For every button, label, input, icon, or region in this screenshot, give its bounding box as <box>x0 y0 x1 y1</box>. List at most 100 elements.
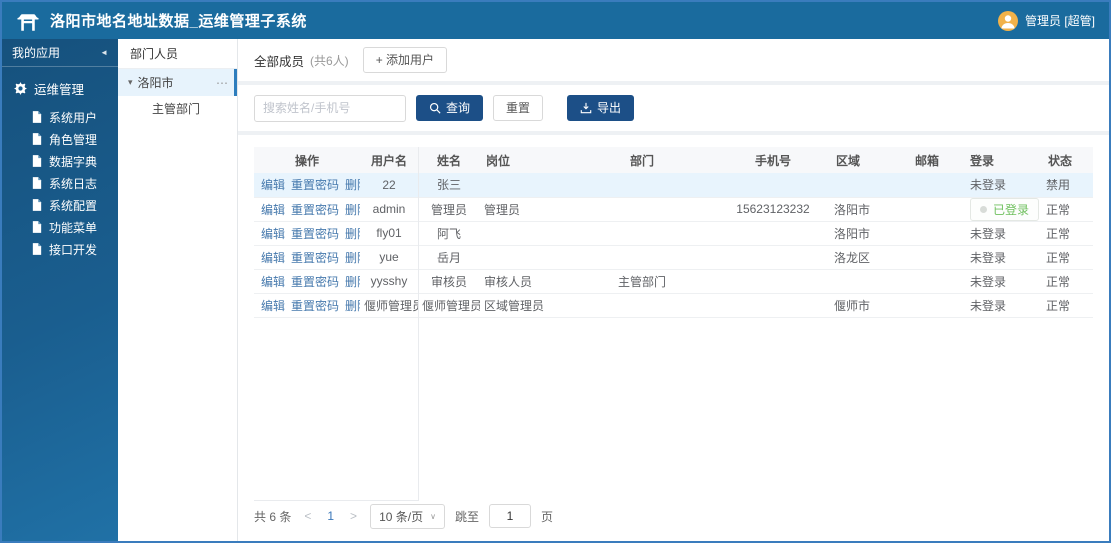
cell-login: 已登录 <box>954 197 1042 222</box>
sidebar-item-data-dictionary[interactable]: 数据字典 <box>2 150 118 172</box>
jump-page-input[interactable] <box>488 504 531 528</box>
sidebar-item-function-menu[interactable]: 功能菜单 <box>2 216 118 238</box>
export-button[interactable]: 导出 <box>567 94 635 122</box>
reset-password-link[interactable]: 重置密码 <box>291 299 339 313</box>
sidebar-apps-header[interactable]: 我的应用 ◄ <box>2 39 118 67</box>
pagination-total: 共 6 条 <box>254 509 292 524</box>
delete-link[interactable]: 删除 <box>345 178 360 192</box>
cell-position <box>480 245 568 270</box>
tree-node-luoyang[interactable]: ▾ 洛阳市 ⋯ <box>118 69 237 96</box>
page-suffix-label: 页 <box>540 509 553 524</box>
reset-password-link[interactable]: 重置密码 <box>291 227 339 241</box>
page-number-1[interactable]: 1 <box>324 509 337 523</box>
edit-link[interactable]: 编辑 <box>261 227 285 241</box>
sidebar-item-role-management[interactable]: 角色管理 <box>2 128 118 150</box>
tree-caret-icon[interactable]: ▾ <box>128 77 133 88</box>
cell-name: 审核员 <box>418 269 480 294</box>
document-icon <box>32 155 42 167</box>
cell-phone <box>716 269 830 294</box>
cell-position <box>480 173 568 198</box>
cell-status: 正常 <box>1042 293 1093 318</box>
logged-in-badge: 已登录 <box>970 197 1040 220</box>
table-row[interactable]: 编辑重置密码删除22张三 未登录禁用 <box>254 173 1093 198</box>
cell-status: 正常 <box>1042 197 1093 222</box>
cell-phone <box>716 245 830 270</box>
reset-password-link[interactable]: 重置密码 <box>291 275 339 289</box>
cell-position: 管理员 <box>480 197 568 222</box>
delete-link[interactable]: 删除 <box>345 275 360 289</box>
sidebar-group-ops-management[interactable]: 运维管理 <box>2 67 118 106</box>
cell-email <box>900 245 954 270</box>
edit-link[interactable]: 编辑 <box>261 251 285 265</box>
edit-link[interactable]: 编辑 <box>261 299 285 313</box>
table-row[interactable]: 编辑重置密码删除偃师管理员偃师管理员区域管理员偃师市未登录正常 <box>254 293 1093 318</box>
row-actions: 编辑重置密码删除 <box>254 245 360 270</box>
table-row[interactable]: 编辑重置密码删除yue岳月 洛龙区 未登录正常 <box>254 245 1093 270</box>
sidebar-item-api-development[interactable]: 接口开发 <box>2 238 118 260</box>
next-page-button[interactable]: > <box>347 509 360 523</box>
table-row[interactable]: 编辑重置密码删除admin管理员管理员15623123232洛阳市已登录正常 <box>254 197 1093 222</box>
document-icon <box>32 199 42 211</box>
user-label: 管理员 [超管] <box>1024 14 1095 28</box>
users-table-wrap: 操作用户名姓名岗位部门手机号区域邮箱登录状态 编辑重置密码删除22张三未登录禁用… <box>254 147 1093 501</box>
cell-status: 正常 <box>1042 221 1093 246</box>
sidebar-item-label: 数据字典 <box>49 154 98 169</box>
search-icon <box>429 102 441 114</box>
cell-email <box>900 293 954 318</box>
reset-button[interactable]: 重置 <box>493 94 544 122</box>
sidebar-item-system-users[interactable]: 系统用户 <box>2 106 118 128</box>
table-row[interactable]: 编辑重置密码删除fly01阿飞 洛阳市 未登录正常 <box>254 221 1093 246</box>
download-icon <box>580 102 592 114</box>
page-size-select[interactable]: 10 条/页 ∨ <box>370 503 445 529</box>
sidebar-item-system-config[interactable]: 系统配置 <box>2 194 118 216</box>
reset-password-link[interactable]: 重置密码 <box>291 251 339 265</box>
cell-department <box>568 221 716 246</box>
sidebar-item-system-logs[interactable]: 系统日志 <box>2 172 118 194</box>
user-menu[interactable]: 管理员 [超管] <box>997 10 1095 31</box>
cell-username: 偃师管理员 <box>360 293 418 318</box>
cell-name: 偃师管理员 <box>418 293 480 318</box>
row-actions: 编辑重置密码删除 <box>254 197 360 222</box>
cell-position: 区域管理员 <box>480 293 568 318</box>
cell-region: 洛龙区 <box>830 245 900 270</box>
apps-label: 我的应用 <box>12 46 61 60</box>
table-row[interactable]: 编辑重置密码删除yysshy审核员审核人员主管部门 未登录正常 <box>254 269 1093 294</box>
tree-node-supervisor-dept[interactable]: 主管部门 <box>118 96 237 123</box>
search-input[interactable] <box>254 94 406 122</box>
delete-link[interactable]: 删除 <box>345 203 360 217</box>
page-title: 洛阳市地名地址数据_运维管理子系统 <box>50 13 307 30</box>
column-header-name: 姓名 <box>418 147 480 173</box>
chevron-down-icon: ∨ <box>430 511 436 521</box>
cell-name: 岳月 <box>418 245 480 270</box>
cell-department <box>568 293 716 318</box>
department-panel-title: 部门人员 <box>118 39 237 69</box>
prev-page-button[interactable]: < <box>301 509 314 523</box>
add-user-button[interactable]: + 添加用户 <box>362 46 448 74</box>
edit-link[interactable]: 编辑 <box>261 203 285 217</box>
edit-link[interactable]: 编辑 <box>261 275 285 289</box>
row-actions: 编辑重置密码删除 <box>254 221 360 246</box>
sidebar-item-label: 角色管理 <box>49 132 98 147</box>
users-table: 操作用户名姓名岗位部门手机号区域邮箱登录状态 编辑重置密码删除22张三未登录禁用… <box>254 147 1093 318</box>
cell-region <box>830 269 900 294</box>
delete-link[interactable]: 删除 <box>345 299 360 313</box>
document-icon <box>32 243 42 255</box>
app-header: 洛阳市地名地址数据_运维管理子系统 管理员 [超管] <box>2 2 1109 39</box>
delete-link[interactable]: 删除 <box>345 227 360 241</box>
cell-username: yysshy <box>360 269 418 294</box>
cell-login: 未登录 <box>954 221 1042 246</box>
tree-more-icon[interactable]: ⋯ <box>216 76 229 90</box>
query-button[interactable]: 查询 <box>416 94 484 122</box>
collapse-icon[interactable]: ◄ <box>100 48 108 57</box>
fixed-column-bottom-border <box>254 500 418 501</box>
reset-password-link[interactable]: 重置密码 <box>291 203 339 217</box>
row-actions: 编辑重置密码删除 <box>254 173 360 198</box>
column-header-ops: 操作 <box>254 147 360 173</box>
delete-link[interactable]: 删除 <box>345 251 360 265</box>
reset-password-link[interactable]: 重置密码 <box>291 178 339 192</box>
edit-link[interactable]: 编辑 <box>261 178 285 192</box>
column-header-email: 邮箱 <box>900 147 954 173</box>
cell-department <box>568 173 716 198</box>
pagination: 共 6 条 < 1 > 10 条/页 ∨ 跳至 页 <box>254 501 1093 531</box>
cell-username: 22 <box>360 173 418 198</box>
